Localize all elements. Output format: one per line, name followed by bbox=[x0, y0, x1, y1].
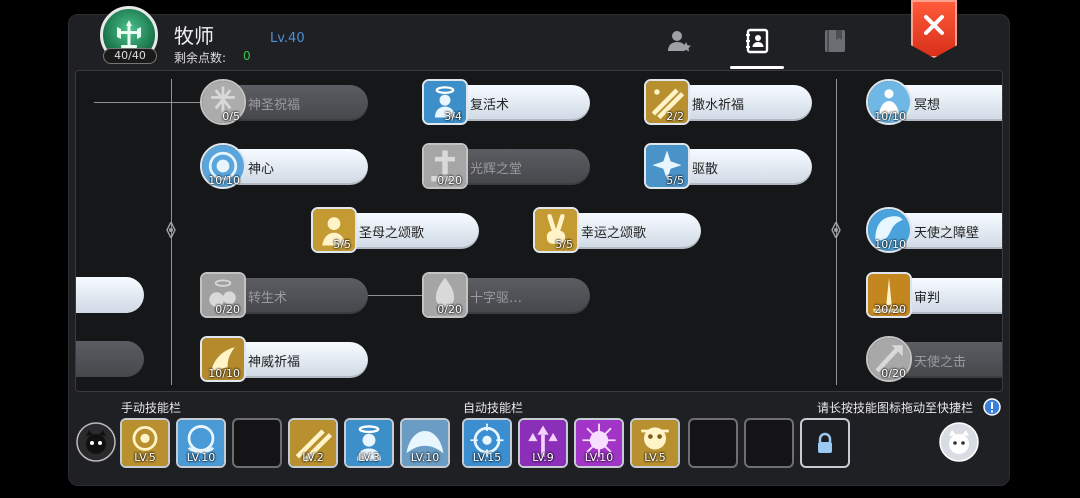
auto-slot[interactable]: LV.9 bbox=[518, 418, 568, 468]
skill-count: 0/20 bbox=[881, 367, 906, 380]
manual-slot-empty[interactable] bbox=[232, 418, 282, 468]
auto-slot[interactable]: LV.15 bbox=[462, 418, 512, 468]
auto-slot[interactable]: LV.5 bbox=[630, 418, 680, 468]
manual-slot[interactable]: LV.5 bbox=[120, 418, 170, 468]
skill-dispel[interactable]: 驱散 5/5 bbox=[644, 143, 812, 189]
auto-slot-empty[interactable] bbox=[688, 418, 738, 468]
skill-count: 0/5 bbox=[222, 110, 240, 123]
skill-book-icon bbox=[746, 28, 769, 54]
drag-hint: 请长按技能图标拖动至快捷栏 bbox=[817, 401, 974, 415]
skill-name: 十字驱… bbox=[470, 291, 523, 306]
slot-level: LV.9 bbox=[532, 451, 554, 464]
auto-slot-empty[interactable] bbox=[744, 418, 794, 468]
divider-ornament-icon bbox=[828, 222, 844, 238]
slot-level: LV.15 bbox=[472, 451, 502, 464]
manual-bar-title: 手动技能栏 bbox=[121, 401, 182, 415]
skill-resurrection[interactable]: 复活术 3/4 bbox=[422, 79, 590, 125]
skill-name: 神心 bbox=[248, 162, 275, 177]
skill-name: 光辉之堂 bbox=[470, 162, 523, 177]
mascot-face-button[interactable] bbox=[939, 422, 979, 462]
skill-divine-prayer[interactable]: 神威祈福 10/10 bbox=[200, 336, 368, 382]
skill-name: 驱散 bbox=[692, 162, 719, 177]
skill-count: 5/5 bbox=[333, 238, 351, 251]
skill-hymn-of-luck[interactable]: 幸运之颂歌 5/5 bbox=[533, 207, 701, 253]
slot-level: LV.2 bbox=[302, 451, 324, 464]
connector-line bbox=[366, 295, 426, 296]
skill-sprinkle-blessing[interactable]: 撒水祈福 2/2 bbox=[644, 79, 812, 125]
mascot-face-button[interactable] bbox=[76, 422, 116, 462]
skill-count: 0/20 bbox=[437, 174, 462, 187]
skill-angel-strike[interactable]: 天使之击 0/20 bbox=[866, 336, 1002, 382]
skill-name: 冥想 bbox=[914, 98, 941, 113]
slot-level: LV.3 bbox=[358, 451, 380, 464]
locked-slot[interactable] bbox=[800, 418, 850, 468]
skill-count: 0/20 bbox=[437, 303, 462, 316]
black-cat-icon bbox=[76, 422, 116, 462]
info-icon[interactable] bbox=[983, 398, 1001, 416]
skill-name: 复活术 bbox=[470, 98, 510, 113]
skill-name: 审判 bbox=[914, 291, 941, 306]
auto-bar-title: 自动技能栏 bbox=[463, 401, 524, 415]
partial-skill-bar bbox=[76, 341, 144, 377]
slot-level: LV.10 bbox=[410, 451, 440, 464]
skill-name: 幸运之颂歌 bbox=[581, 226, 647, 241]
skill-hall-of-light[interactable]: 光辉之堂 0/20 bbox=[422, 143, 590, 189]
auto-slot[interactable]: LV.10 bbox=[574, 418, 624, 468]
user-star-icon bbox=[668, 31, 691, 52]
skill-hymn-of-mother[interactable]: 圣母之颂歌 5/5 bbox=[311, 207, 479, 253]
tab-skills[interactable] bbox=[742, 26, 772, 56]
bookmark-book-icon bbox=[825, 30, 845, 52]
skill-rebirth[interactable]: 转生术 0/20 bbox=[200, 272, 368, 318]
skill-count: 20/20 bbox=[874, 303, 906, 316]
skill-name: 转生术 bbox=[248, 291, 288, 306]
class-name: 牧师 bbox=[174, 24, 214, 48]
slot-level: LV.10 bbox=[186, 451, 216, 464]
active-tab-indicator bbox=[730, 66, 784, 69]
skill-tree[interactable]: 神圣祝福 0/5 复活术 3/4 撒水祈福 2/2 冥想 10/10 神心 10… bbox=[75, 70, 1003, 392]
skill-name: 神圣祝福 bbox=[248, 98, 301, 113]
skill-name: 神威祈福 bbox=[248, 355, 301, 370]
skill-name: 圣母之颂歌 bbox=[359, 226, 425, 241]
tab-profile[interactable] bbox=[664, 26, 694, 56]
skill-holy-blessing[interactable]: 神圣祝福 0/5 bbox=[200, 79, 368, 125]
skill-angel-barrier[interactable]: 天使之障壁 10/10 bbox=[866, 207, 1002, 253]
tab-codex[interactable] bbox=[820, 26, 850, 56]
skill-cross-exorcism[interactable]: 十字驱… 0/20 bbox=[422, 272, 590, 318]
slot-level: LV.5 bbox=[134, 451, 156, 464]
close-icon bbox=[924, 15, 944, 35]
manual-slot[interactable]: LV.3 bbox=[344, 418, 394, 468]
skill-name: 天使之击 bbox=[914, 355, 967, 370]
divider-ornament-icon bbox=[163, 222, 179, 238]
skill-judgement[interactable]: 审判 20/20 bbox=[866, 272, 1002, 318]
manual-slot[interactable]: LV.10 bbox=[176, 418, 226, 468]
skill-count: 10/10 bbox=[208, 367, 240, 380]
skill-divine-heart[interactable]: 神心 10/10 bbox=[200, 143, 368, 189]
skill-count: 2/2 bbox=[666, 110, 684, 123]
white-cat-icon bbox=[939, 422, 979, 462]
skill-count: 10/10 bbox=[874, 238, 906, 251]
padlock-icon bbox=[818, 432, 832, 453]
skill-count: 5/5 bbox=[666, 174, 684, 187]
skill-name: 撒水祈福 bbox=[692, 98, 745, 113]
skill-name: 天使之障壁 bbox=[914, 226, 980, 241]
skill-count: 10/10 bbox=[208, 174, 240, 187]
skill-count: 3/4 bbox=[444, 110, 462, 123]
slot-level: LV.5 bbox=[644, 451, 666, 464]
manual-slot[interactable]: LV.10 bbox=[400, 418, 450, 468]
skill-count: 0/20 bbox=[215, 303, 240, 316]
points-label: 剩余点数: bbox=[174, 51, 227, 65]
class-level: Lv.40 bbox=[270, 31, 305, 46]
manual-slot[interactable]: LV.2 bbox=[288, 418, 338, 468]
skill-meditation[interactable]: 冥想 10/10 bbox=[866, 79, 1002, 125]
partial-skill-bar bbox=[76, 277, 144, 313]
skill-count: 5/5 bbox=[555, 238, 573, 251]
points-value: 0 bbox=[243, 49, 251, 63]
slot-level: LV.10 bbox=[584, 451, 614, 464]
skill-count: 10/10 bbox=[874, 110, 906, 123]
emblem-count: 40/40 bbox=[103, 48, 157, 64]
connector-line bbox=[94, 102, 212, 103]
